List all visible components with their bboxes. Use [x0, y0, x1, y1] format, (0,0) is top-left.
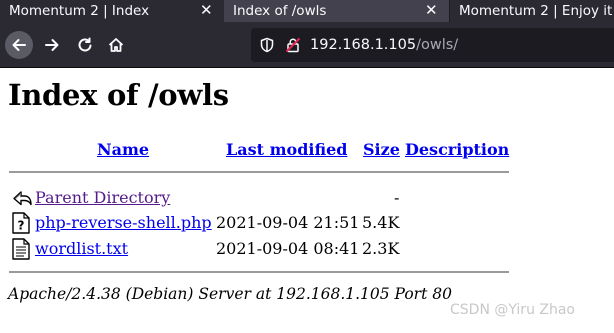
last-modified: 2021-09-04 21:51: [216, 213, 360, 232]
reload-icon: [78, 37, 92, 52]
file-size: 5.4K: [362, 213, 400, 232]
forward-arrow-icon: [45, 39, 59, 51]
watermark: CSDN @Yiru Zhao: [450, 302, 575, 318]
svg-text:?: ?: [18, 219, 25, 233]
table-divider-top: [9, 171, 509, 173]
back-arrow-icon: [12, 39, 26, 51]
file-size: -: [394, 188, 400, 207]
url-text[interactable]: 192.168.1.105/owls/: [310, 28, 458, 62]
unknown-file-icon: ?: [12, 212, 30, 234]
list-item-link[interactable]: wordlist.txt: [35, 239, 128, 258]
file-size: 2.3K: [362, 239, 400, 258]
tab-index-of-owls[interactable]: Index of /owls ✕: [224, 0, 449, 22]
back-arrow-icon: [13, 191, 32, 206]
list-item-link[interactable]: Parent Directory: [35, 188, 170, 207]
column-header-last-modified[interactable]: Last modified: [226, 140, 347, 159]
tab-close-icon[interactable]: ✕: [425, 0, 438, 21]
page-content: Index of /owls Name Last modified Size D…: [0, 69, 614, 333]
column-header-size[interactable]: Size: [363, 140, 400, 159]
tracking-protection-shield-icon[interactable]: [259, 37, 275, 53]
text-file-icon: [12, 238, 30, 260]
tab-strip: Momentum 2 | Index ✕ Index of /owls ✕ Mo…: [0, 0, 614, 22]
column-header-name[interactable]: Name: [97, 140, 149, 159]
insecure-lock-icon[interactable]: [285, 37, 301, 53]
list-item-link[interactable]: php-reverse-shell.php: [35, 213, 212, 232]
last-modified: 2021-09-04 08:41: [216, 239, 360, 258]
page-title: Index of /owls: [8, 78, 229, 112]
table-divider-bottom: [9, 271, 509, 273]
tab-title: Momentum 2 | Index: [9, 3, 150, 19]
address-bar[interactable]: 192.168.1.105/owls/: [251, 28, 614, 62]
column-header-description[interactable]: Description: [405, 140, 509, 159]
tab-title: Momentum 2 | Enjoy it: [459, 3, 613, 19]
server-signature: Apache/2.4.38 (Debian) Server at 192.168…: [8, 285, 452, 303]
tab-title: Index of /owls: [233, 3, 327, 19]
home-button[interactable]: [104, 33, 128, 57]
tab-momentum-index[interactable]: Momentum 2 | Index ✕: [0, 0, 224, 22]
tab-close-icon[interactable]: ✕: [200, 0, 213, 21]
url-path: /owls/: [416, 37, 459, 53]
back-button[interactable]: [5, 31, 33, 59]
url-host: 192.168.1.105: [310, 37, 417, 53]
forward-button[interactable]: [40, 33, 64, 57]
tab-momentum-enjoy[interactable]: Momentum 2 | Enjoy it: [449, 0, 614, 22]
home-icon: [108, 38, 124, 52]
reload-button[interactable]: [73, 33, 97, 57]
navigation-toolbar: 192.168.1.105/owls/: [0, 22, 614, 68]
